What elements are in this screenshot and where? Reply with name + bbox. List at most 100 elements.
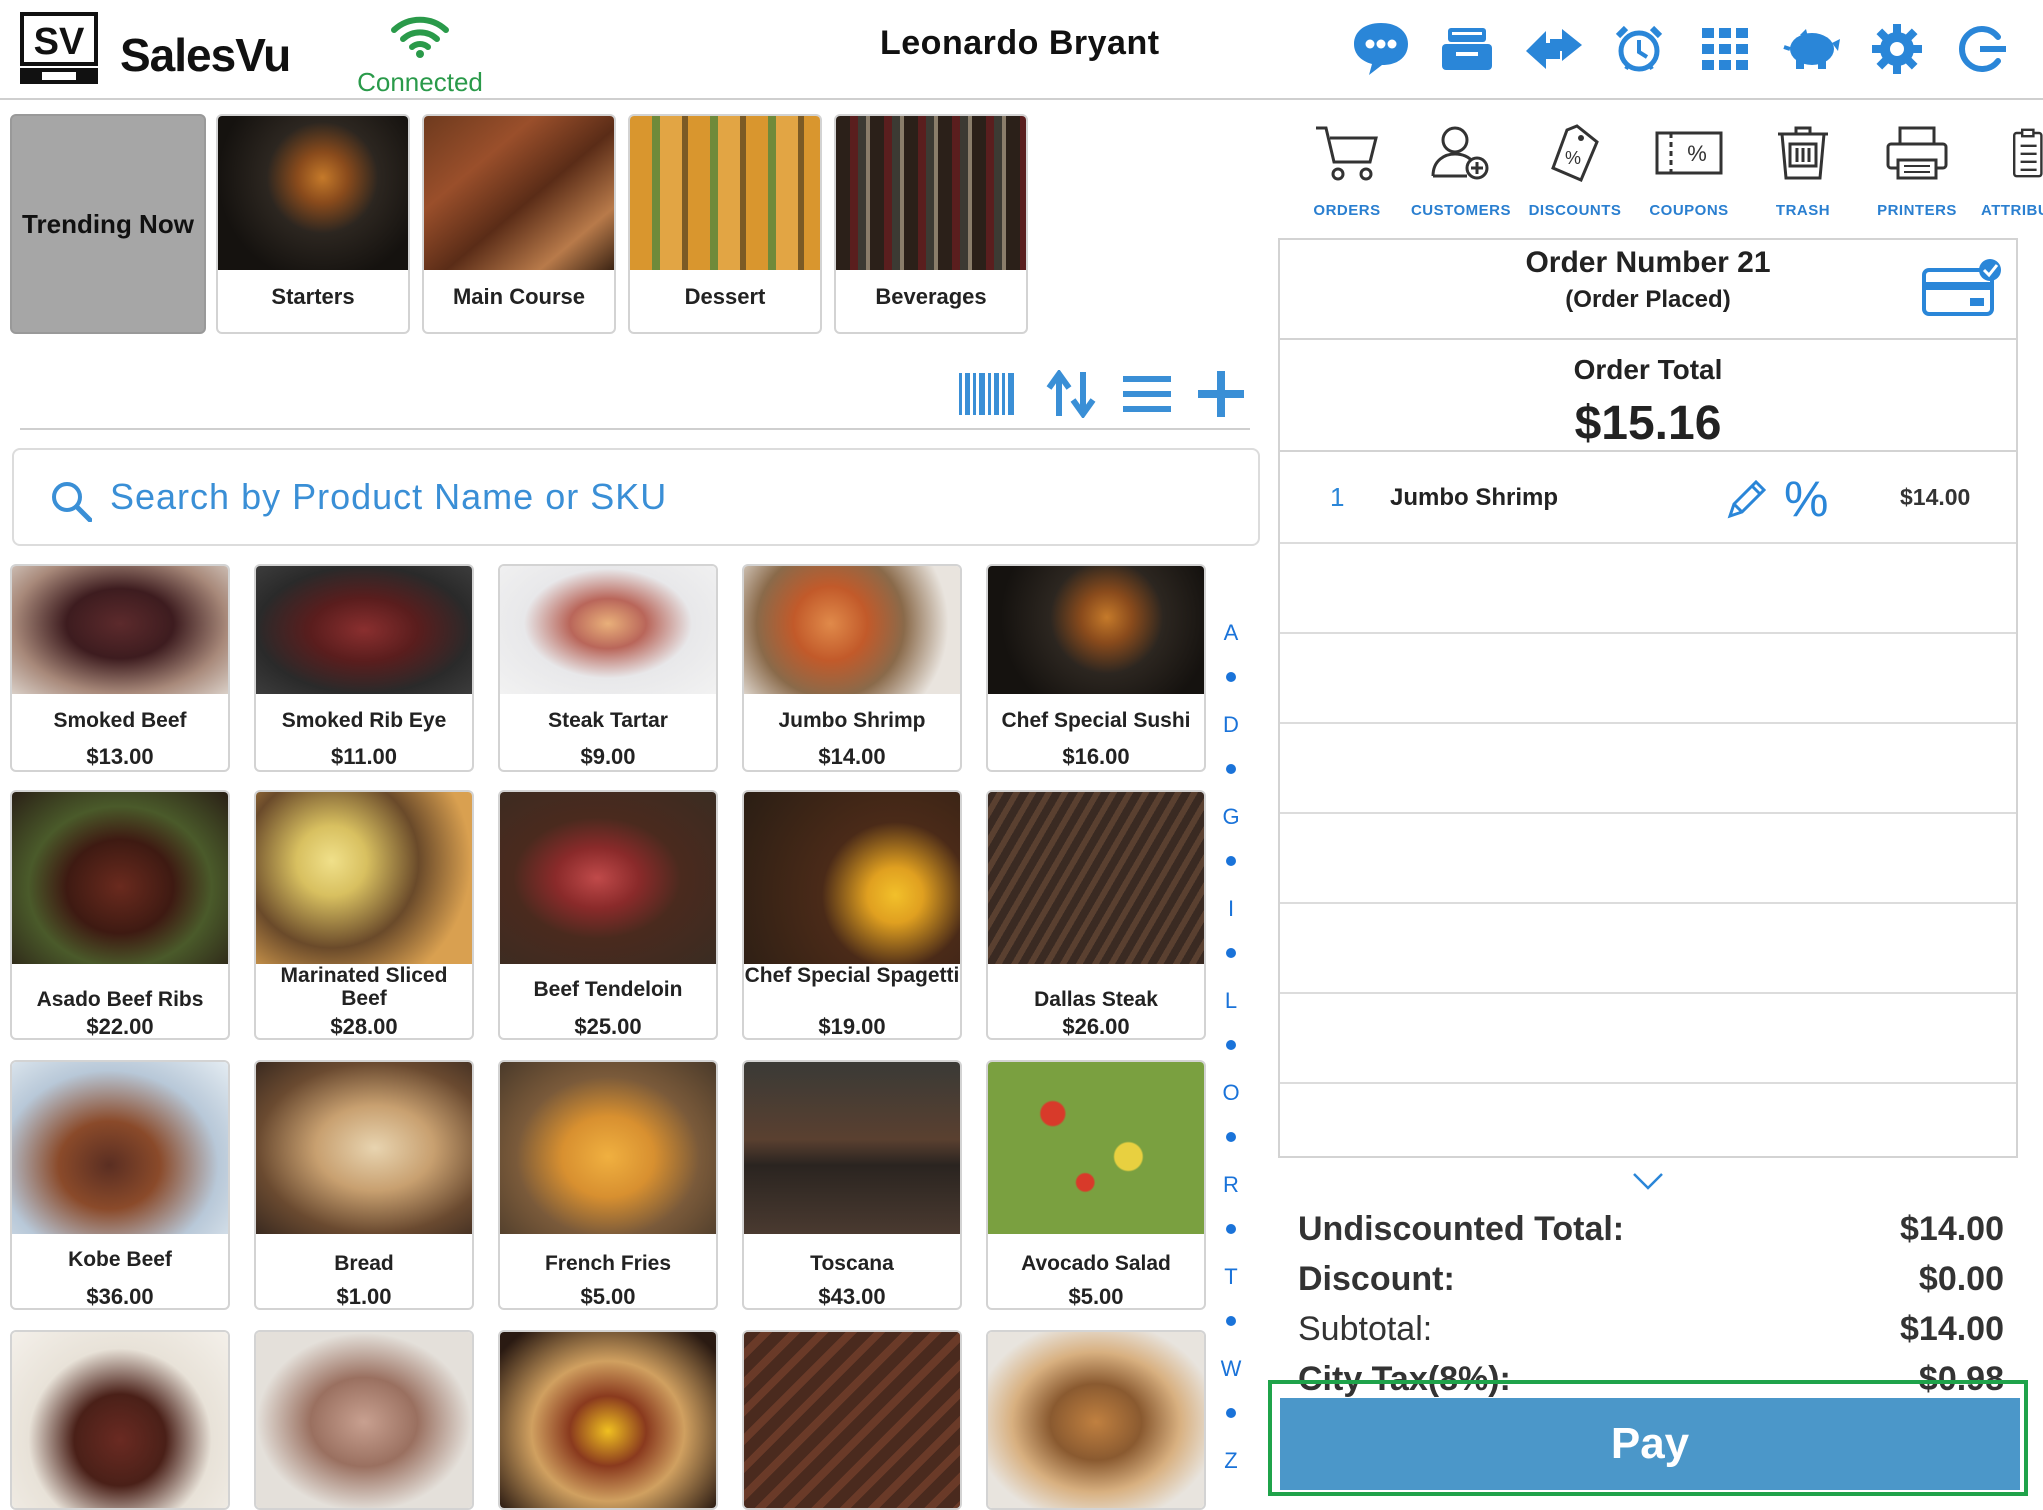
transfer-icon[interactable] bbox=[1522, 18, 1584, 80]
product-name: Chef Special Spagetti bbox=[744, 964, 960, 987]
alpha-letter[interactable]: R bbox=[1216, 1172, 1246, 1198]
grid-icon[interactable] bbox=[1694, 18, 1756, 80]
product-tile[interactable]: Chef Special Sushi $16.00 bbox=[986, 564, 1206, 772]
discount-label: Discount: bbox=[1298, 1260, 1455, 1298]
product-image bbox=[12, 1332, 228, 1508]
category-trending-now[interactable]: Trending Now bbox=[10, 114, 206, 334]
product-tile[interactable]: Avocado Salad $5.00 bbox=[986, 1060, 1206, 1310]
chat-icon[interactable] bbox=[1350, 18, 1412, 80]
product-tile[interactable]: Asado Beef Ribs $22.00 bbox=[10, 790, 230, 1040]
product-tile[interactable] bbox=[498, 1330, 718, 1510]
product-image bbox=[744, 1332, 960, 1508]
piggy-bank-icon[interactable] bbox=[1780, 18, 1842, 80]
attributes-button[interactable]: ATTRIBU bbox=[1971, 118, 2043, 228]
discount-row: Discount: $0.00 bbox=[1298, 1260, 2004, 1310]
category-main-course[interactable]: Main Course bbox=[422, 114, 616, 334]
alpha-letter[interactable]: L bbox=[1216, 988, 1246, 1014]
product-tile[interactable]: Marinated Sliced Beef $28.00 bbox=[254, 790, 474, 1040]
undiscounted-label: Undiscounted Total: bbox=[1298, 1210, 1625, 1248]
alpha-letter[interactable]: T bbox=[1216, 1264, 1246, 1290]
product-tile[interactable]: Jumbo Shrimp $14.00 bbox=[742, 564, 962, 772]
line-discount-icon[interactable]: % bbox=[1784, 470, 1828, 528]
category-label: Beverages bbox=[875, 284, 987, 309]
coupon-icon: % bbox=[1655, 131, 1723, 175]
product-tile[interactable] bbox=[254, 1330, 474, 1510]
product-tile[interactable]: Bread $1.00 bbox=[254, 1060, 474, 1310]
product-tile[interactable]: Beef Tendeloin $25.00 bbox=[498, 790, 718, 1040]
alpha-letter[interactable]: A bbox=[1216, 620, 1246, 646]
product-tile[interactable] bbox=[986, 1330, 1206, 1510]
pay-highlight: Pay bbox=[1268, 1380, 2028, 1496]
discounts-button[interactable]: % DISCOUNTS bbox=[1515, 118, 1635, 228]
product-tile[interactable]: Kobe Beef $36.00 bbox=[10, 1060, 230, 1310]
category-starters[interactable]: Starters bbox=[216, 114, 410, 334]
alpha-letter[interactable]: D bbox=[1216, 712, 1246, 738]
user-name: Leonardo Bryant bbox=[880, 24, 1160, 62]
orders-button[interactable]: ORDERS bbox=[1287, 118, 1407, 228]
product-image bbox=[500, 566, 716, 694]
category-label: Starters bbox=[271, 284, 355, 309]
coupons-button[interactable]: % COUPONS bbox=[1629, 118, 1749, 228]
edit-pencil-icon[interactable] bbox=[1724, 476, 1768, 522]
product-price: $22.00 bbox=[86, 1014, 154, 1039]
search-input[interactable]: Search by Product Name or SKU bbox=[12, 448, 1260, 546]
order-line-item[interactable]: 1 Jumbo Shrimp % $14.00 bbox=[1280, 454, 2016, 544]
product-name: Beef Tendeloin bbox=[533, 978, 683, 1001]
alpha-letter[interactable]: G bbox=[1216, 804, 1246, 830]
product-name: Kobe Beef bbox=[68, 1248, 172, 1271]
printers-button[interactable]: PRINTERS bbox=[1857, 118, 1977, 228]
product-tile[interactable]: Smoked Rib Eye $11.00 bbox=[254, 564, 474, 772]
product-name: Smoked Rib Eye bbox=[281, 709, 447, 732]
product-price: $14.00 bbox=[818, 744, 886, 769]
action-label: TRASH bbox=[1775, 202, 1831, 219]
product-image bbox=[988, 566, 1204, 694]
brand-name: SalesVu bbox=[120, 29, 291, 81]
product-tile[interactable]: Chef Special Spagetti $19.00 bbox=[742, 790, 962, 1040]
subtotal-label: Subtotal: bbox=[1298, 1310, 1433, 1348]
category-dessert[interactable]: Dessert bbox=[628, 114, 822, 334]
product-image bbox=[256, 792, 472, 964]
attributes-list-icon bbox=[2013, 128, 2043, 178]
product-price: $43.00 bbox=[818, 1284, 886, 1309]
product-tile[interactable]: Smoked Beef $13.00 bbox=[10, 564, 230, 772]
beverages-image bbox=[836, 116, 1026, 270]
chevron-down-icon[interactable] bbox=[1632, 1170, 1664, 1192]
action-label: ATTRIBU bbox=[1981, 202, 2043, 219]
sort-icon[interactable] bbox=[1040, 366, 1102, 422]
order-line-empty bbox=[1280, 994, 2016, 1084]
product-name: Asado Beef Ribs bbox=[36, 988, 204, 1011]
gear-icon[interactable] bbox=[1866, 18, 1928, 80]
product-tile[interactable]: Steak Tartar $9.00 bbox=[498, 564, 718, 772]
logout-icon[interactable] bbox=[1952, 18, 2014, 80]
product-image bbox=[500, 1332, 716, 1508]
alpha-letter[interactable]: Z bbox=[1216, 1448, 1246, 1474]
cart-icon bbox=[1316, 126, 1378, 181]
cash-drawer-icon[interactable] bbox=[1436, 18, 1498, 80]
connection-status: Connected bbox=[355, 14, 485, 98]
alpha-letter[interactable]: W bbox=[1216, 1356, 1246, 1382]
order-total-label: Order Total bbox=[1573, 354, 1723, 385]
list-view-icon[interactable] bbox=[1116, 366, 1178, 422]
credit-card-check-icon[interactable] bbox=[1922, 258, 2002, 320]
product-tile[interactable]: Toscana $43.00 bbox=[742, 1060, 962, 1310]
customers-button[interactable]: CUSTOMERS bbox=[1401, 118, 1521, 228]
product-image bbox=[988, 1332, 1204, 1508]
product-tile[interactable] bbox=[742, 1330, 962, 1510]
product-tile[interactable]: Dallas Steak $26.00 bbox=[986, 790, 1206, 1040]
product-price: $5.00 bbox=[1068, 1284, 1124, 1309]
alpha-letter[interactable]: I bbox=[1216, 896, 1246, 922]
trash-button[interactable]: TRASH bbox=[1743, 118, 1863, 228]
product-tile[interactable]: French Fries $5.00 bbox=[498, 1060, 718, 1310]
undiscounted-row: Undiscounted Total: $14.00 bbox=[1298, 1210, 2004, 1260]
category-beverages[interactable]: Beverages bbox=[834, 114, 1028, 334]
product-tile[interactable] bbox=[10, 1330, 230, 1510]
alpha-letter[interactable]: O bbox=[1216, 1080, 1246, 1106]
connection-label: Connected bbox=[357, 67, 483, 97]
product-price: $19.00 bbox=[818, 1014, 886, 1039]
pay-button[interactable]: Pay bbox=[1280, 1398, 2020, 1490]
barcode-icon[interactable] bbox=[956, 366, 1018, 422]
discount-value: $0.00 bbox=[1918, 1260, 2004, 1298]
alpha-dot bbox=[1226, 672, 1236, 682]
alarm-clock-icon[interactable] bbox=[1608, 18, 1670, 80]
add-product-icon[interactable] bbox=[1190, 366, 1252, 422]
